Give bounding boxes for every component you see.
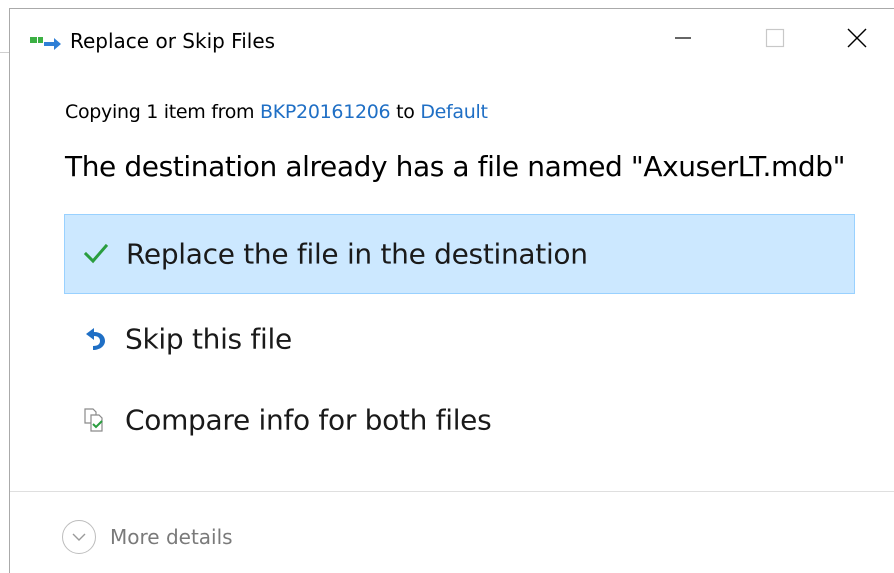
title-bar[interactable]: Replace or Skip Files [10, 9, 894, 71]
source-folder-link[interactable]: BKP20161206 [260, 101, 391, 123]
maximize-button[interactable] [740, 9, 810, 71]
compare-files-icon [82, 407, 108, 433]
skip-file-label: Skip this file [125, 322, 292, 356]
replace-file-label: Replace the file in the destination [126, 237, 588, 271]
copy-joiner: to [396, 101, 415, 123]
more-details-toggle[interactable]: More details [62, 518, 233, 556]
window-title: Replace or Skip Files [70, 29, 276, 53]
background-window-edge [0, 52, 9, 53]
checkmark-icon [83, 241, 109, 267]
more-details-label: More details [110, 525, 233, 549]
replace-file-option[interactable]: Replace the file in the destination [64, 214, 855, 294]
compare-files-label: Compare info for both files [125, 403, 492, 437]
compare-files-option[interactable]: Compare info for both files [64, 380, 855, 460]
footer-divider [10, 491, 894, 492]
destination-folder-link[interactable]: Default [420, 101, 488, 123]
minimize-icon [673, 28, 693, 52]
minimize-button[interactable] [648, 9, 718, 71]
replace-skip-dialog: Replace or Skip Files Copying 1 item fro… [9, 8, 894, 573]
copy-prefix: Copying 1 item from [65, 101, 255, 123]
skip-arrow-icon [82, 326, 108, 352]
close-icon [846, 27, 868, 53]
maximize-icon [765, 28, 785, 52]
conflict-message: The destination already has a file named… [65, 150, 846, 183]
chevron-down-icon [62, 520, 96, 554]
copy-status-line: Copying 1 item from BKP20161206 to Defau… [65, 101, 488, 123]
close-button[interactable] [822, 9, 892, 71]
file-move-icon [30, 33, 62, 53]
skip-file-option[interactable]: Skip this file [64, 299, 855, 379]
